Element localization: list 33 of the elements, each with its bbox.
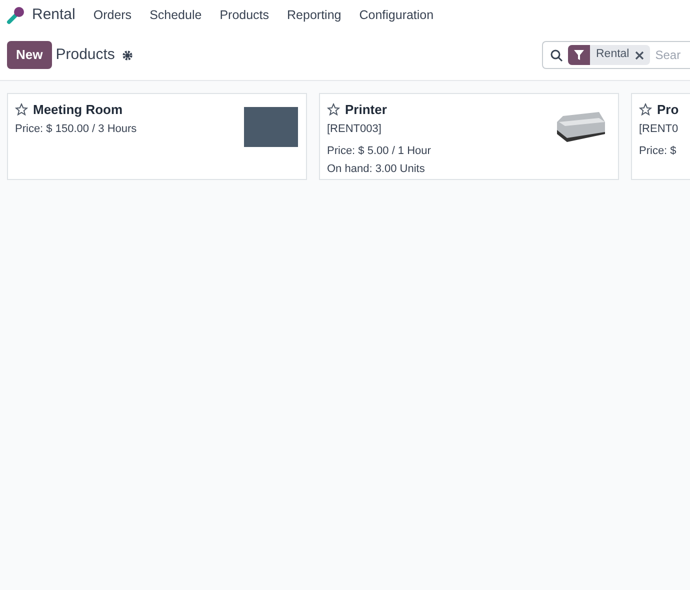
product-name: Printer <box>345 101 387 119</box>
filter-icon <box>574 50 584 60</box>
menu-item[interactable]: Schedule <box>150 6 202 24</box>
search-input[interactable]: Sear <box>655 46 690 64</box>
product-name: Meeting Room <box>33 101 123 119</box>
key-icon <box>6 5 26 25</box>
product-card[interactable]: Pro [RENT0 Price: $ <box>631 93 690 180</box>
star-icon[interactable] <box>327 103 340 116</box>
close-icon[interactable] <box>635 50 644 60</box>
search-icon <box>550 48 563 62</box>
product-name: Pro <box>657 101 679 119</box>
product-detail: Price: $ <box>639 144 678 159</box>
product-card[interactable]: Meeting Room Price: $ 150.00 / 3 Hours <box>7 93 307 180</box>
app-name[interactable]: Rental <box>32 4 76 26</box>
star-icon[interactable] <box>15 103 28 116</box>
page-title: Products <box>56 44 115 65</box>
product-card[interactable]: Printer [RENT003] Price: $ 5.00 / 1 Hour On hand: 3.00 Units <box>319 93 619 180</box>
photo-placeholder <box>244 107 298 147</box>
printer-drawing <box>555 110 607 144</box>
star-icon[interactable] <box>639 103 652 116</box>
product-code: [RENT003] <box>327 122 382 136</box>
product-detail: Price: $ 5.00 / 1 Hour <box>327 144 432 159</box>
product-detail: Price: $ 150.00 / 3 Hours <box>15 122 138 136</box>
new-button[interactable]: New <box>7 41 52 69</box>
gear-icon[interactable] <box>122 50 133 60</box>
menu-item[interactable]: Reporting <box>287 6 342 24</box>
menu-item[interactable]: Orders <box>93 6 132 24</box>
search-field[interactable]: Rental Sear <box>542 41 690 69</box>
facet-label: Rental <box>595 47 630 62</box>
menu-item[interactable]: Configuration <box>359 6 434 24</box>
menu-item[interactable]: Products <box>220 6 270 24</box>
product-code: [RENT0 <box>639 122 680 136</box>
product-detail: On hand: 3.00 Units <box>327 162 426 177</box>
